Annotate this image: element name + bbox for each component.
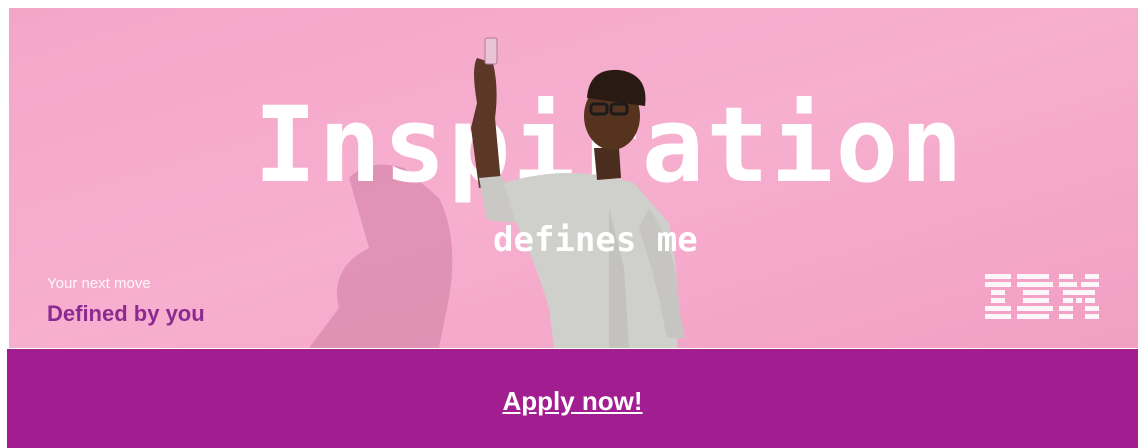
apply-now-link[interactable]: Apply now! <box>7 387 1138 416</box>
ibm-logo-icon <box>985 274 1099 319</box>
subhead: defines me <box>493 220 698 260</box>
tagline-small: Your next move <box>47 275 151 292</box>
tagline-big: Defined by you <box>47 301 205 326</box>
hero-image[interactable]: Inspiration defines me Your next move <box>9 8 1138 348</box>
cta-bar: Apply now! <box>7 349 1138 448</box>
job-ad-banner: Inspiration defines me Your next move <box>0 0 1138 448</box>
person-taking-selfie-photo <box>471 37 685 348</box>
